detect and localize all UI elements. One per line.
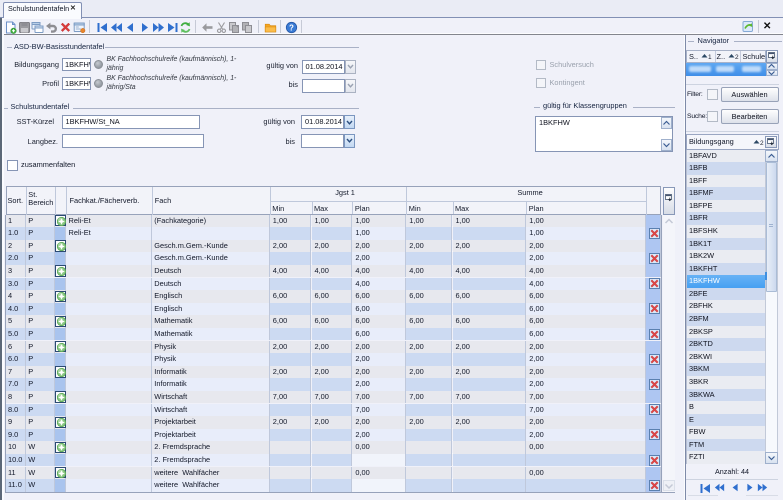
svg-text:2: 2 (735, 54, 739, 60)
svg-text:1: 1 (708, 54, 712, 60)
svg-text:?: ? (289, 23, 294, 32)
svg-text:2: 2 (760, 140, 764, 146)
